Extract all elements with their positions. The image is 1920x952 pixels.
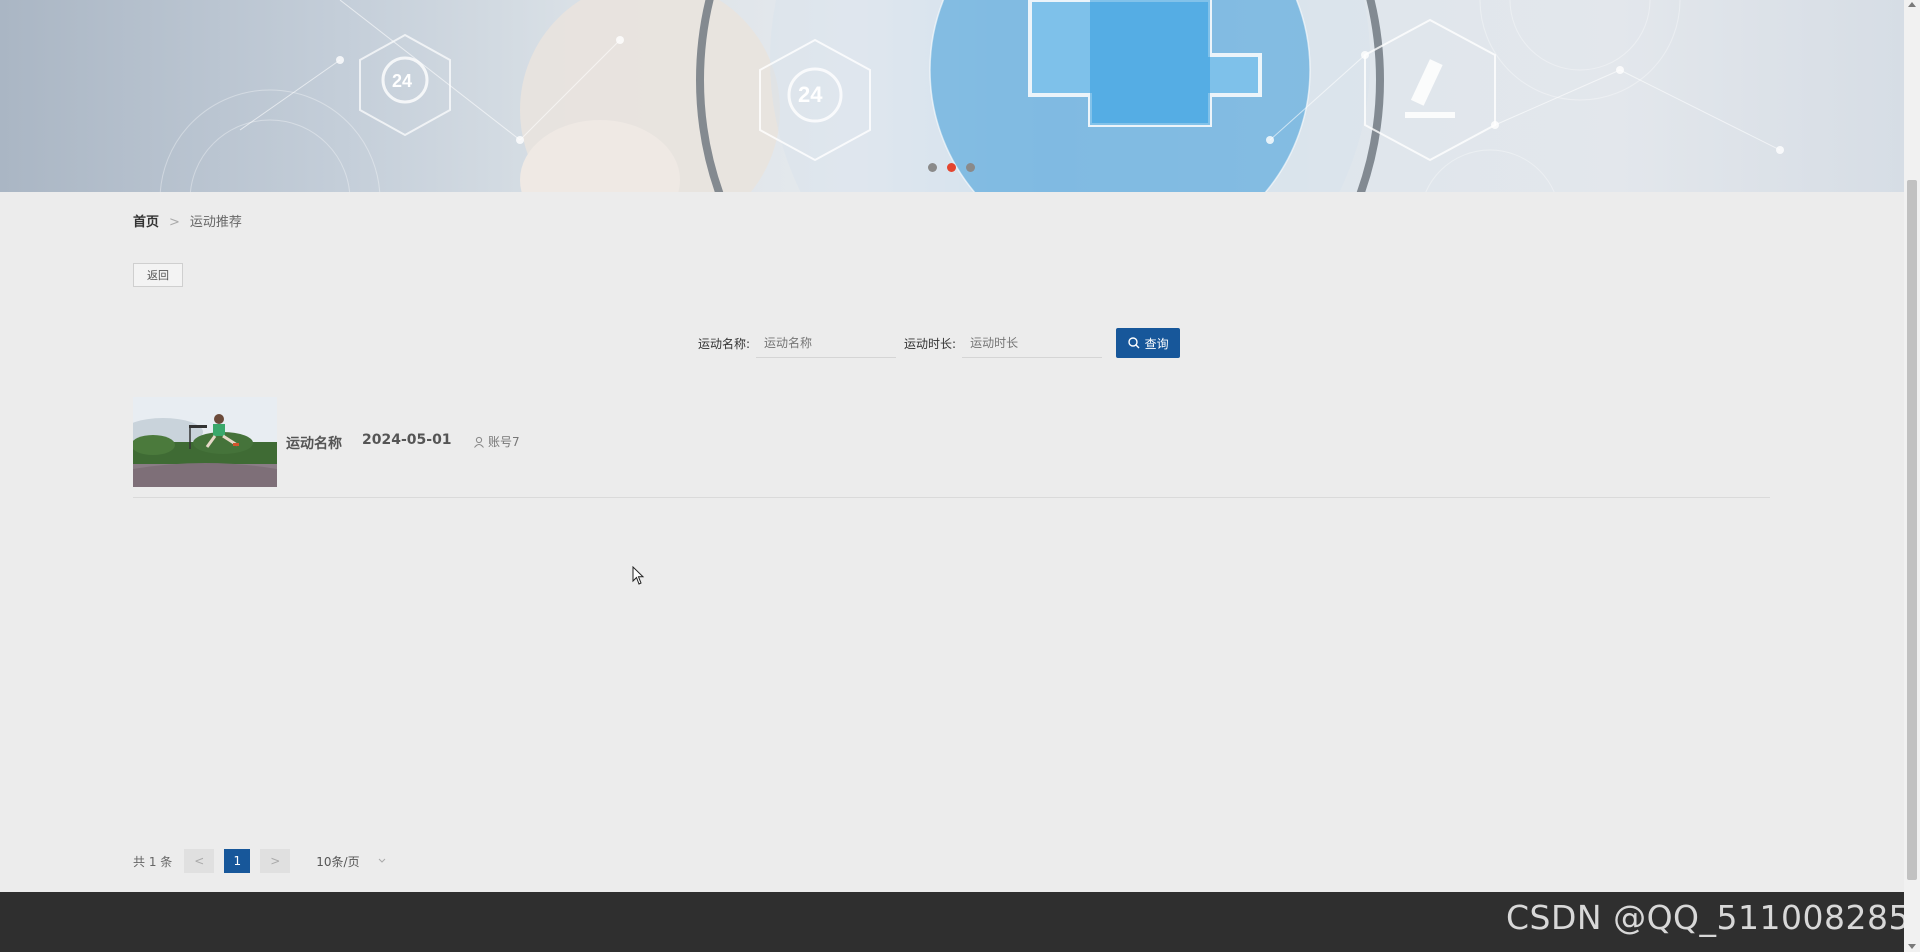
page-size-label: 10条/页 bbox=[316, 854, 360, 869]
item-account: 账号7 bbox=[473, 433, 520, 450]
svg-text:24: 24 bbox=[392, 71, 412, 91]
item-thumbnail[interactable] bbox=[133, 397, 277, 487]
search-bar: 运动名称: 运动时长: 查询 bbox=[698, 328, 1181, 358]
name-input[interactable] bbox=[756, 328, 897, 358]
list-item[interactable]: 运动名称 2024-05-01 账号7 bbox=[133, 397, 1770, 498]
breadcrumb-home[interactable]: 首页 bbox=[133, 215, 159, 230]
svg-text:24: 24 bbox=[798, 82, 823, 107]
query-label: 查询 bbox=[1144, 336, 1169, 351]
duration-label: 运动时长: bbox=[904, 336, 957, 351]
breadcrumb-current: 运动推荐 bbox=[189, 215, 242, 230]
breadcrumb-separator: > bbox=[169, 215, 180, 230]
scroll-up-arrow-icon[interactable] bbox=[1908, 2, 1916, 7]
scrollbar[interactable] bbox=[1904, 0, 1920, 952]
item-date: 2024-05-01 bbox=[362, 432, 452, 448]
user-icon bbox=[474, 436, 484, 448]
back-button[interactable]: 返回 bbox=[133, 263, 183, 287]
next-page-button[interactable]: > bbox=[260, 849, 291, 873]
query-button[interactable]: 查询 bbox=[1116, 328, 1181, 358]
total-count: 共 1 条 bbox=[133, 854, 173, 869]
item-title: 运动名称 bbox=[286, 436, 342, 452]
carousel-dot[interactable] bbox=[928, 163, 937, 172]
watermark: CSDN @QQ_511008285 bbox=[1506, 898, 1910, 937]
pagination: 共 1 条 < 1 > 10条/页 bbox=[133, 849, 386, 873]
chevron-down-icon bbox=[378, 858, 385, 863]
carousel-indicators bbox=[928, 163, 975, 172]
banner-carousel[interactable]: 24 24 bbox=[0, 0, 1904, 192]
name-label: 运动名称: bbox=[698, 336, 751, 351]
mouse-cursor-icon bbox=[632, 566, 645, 585]
page-number-current[interactable]: 1 bbox=[224, 849, 251, 873]
duration-input[interactable] bbox=[962, 328, 1103, 358]
carousel-dot[interactable] bbox=[966, 163, 975, 172]
carousel-dot-active[interactable] bbox=[947, 163, 956, 172]
page-size-select[interactable]: 10条/页 bbox=[316, 853, 385, 870]
prev-page-button[interactable]: < bbox=[184, 849, 215, 873]
item-account-label: 账号7 bbox=[488, 435, 520, 449]
scroll-thumb[interactable] bbox=[1907, 180, 1917, 880]
breadcrumb: 首页 > 运动推荐 bbox=[133, 211, 242, 230]
scroll-down-arrow-icon[interactable] bbox=[1908, 944, 1916, 949]
search-icon bbox=[1127, 337, 1140, 349]
thumbnail-image bbox=[133, 397, 277, 487]
